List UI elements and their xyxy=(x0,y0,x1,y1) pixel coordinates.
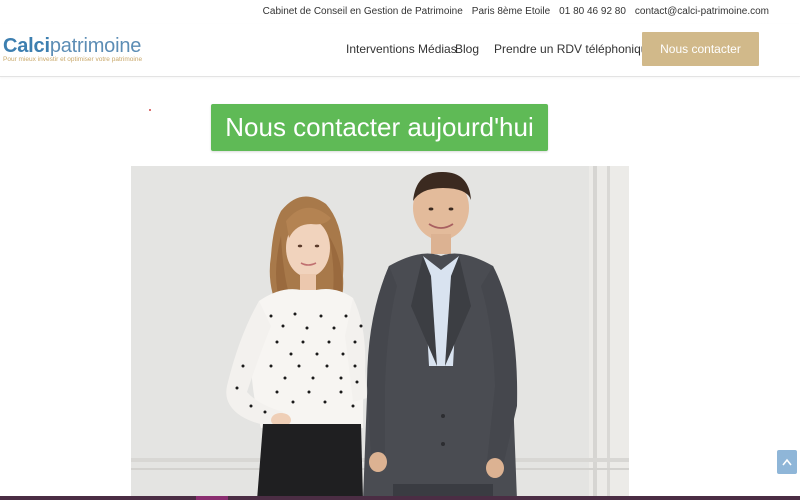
logo-wordmark: Calcipatrimoine xyxy=(3,35,142,57)
topbar-location: Paris 8ème Etoile xyxy=(471,6,551,17)
nav-prendre-rdv[interactable]: Prendre un RDV téléphonique xyxy=(494,42,654,56)
top-info-items: Cabinet de Conseil en Gestion de Patrimo… xyxy=(263,6,769,17)
topbar-tagline: Cabinet de Conseil en Gestion de Patrimo… xyxy=(262,6,463,17)
site-header: Calcipatrimoine Pour mieux investir et o… xyxy=(0,24,800,77)
logo-tagline: Pour mieux investir et optimiser votre p… xyxy=(3,56,143,63)
decorative-dot xyxy=(149,109,151,111)
scroll-to-top-button[interactable] xyxy=(777,450,797,474)
team-photo xyxy=(131,166,629,500)
top-info-bar: Cabinet de Conseil en Gestion de Patrimo… xyxy=(0,0,800,25)
logo-calci-text: Calci xyxy=(3,35,50,57)
topbar-email-link[interactable]: contact@calci-patrimoine.com xyxy=(635,6,769,17)
bottom-banner-strip xyxy=(0,496,800,500)
logo-patrimoine-text: patrimoine xyxy=(49,35,142,57)
nav-blog[interactable]: Blog xyxy=(455,42,479,56)
nous-contacter-button[interactable]: Nous contacter xyxy=(642,32,759,66)
bottom-strip-accent xyxy=(196,496,228,500)
topbar-phone-link[interactable]: 01 80 46 92 80 xyxy=(559,6,626,17)
team-photo-illustration xyxy=(131,166,629,500)
nav-interventions-medias[interactable]: Interventions Médias xyxy=(346,42,457,56)
chevron-up-icon xyxy=(782,458,792,466)
contact-today-button[interactable]: Nous contacter aujourd'hui xyxy=(211,104,548,151)
site-logo[interactable]: Calcipatrimoine Pour mieux investir et o… xyxy=(3,35,142,63)
